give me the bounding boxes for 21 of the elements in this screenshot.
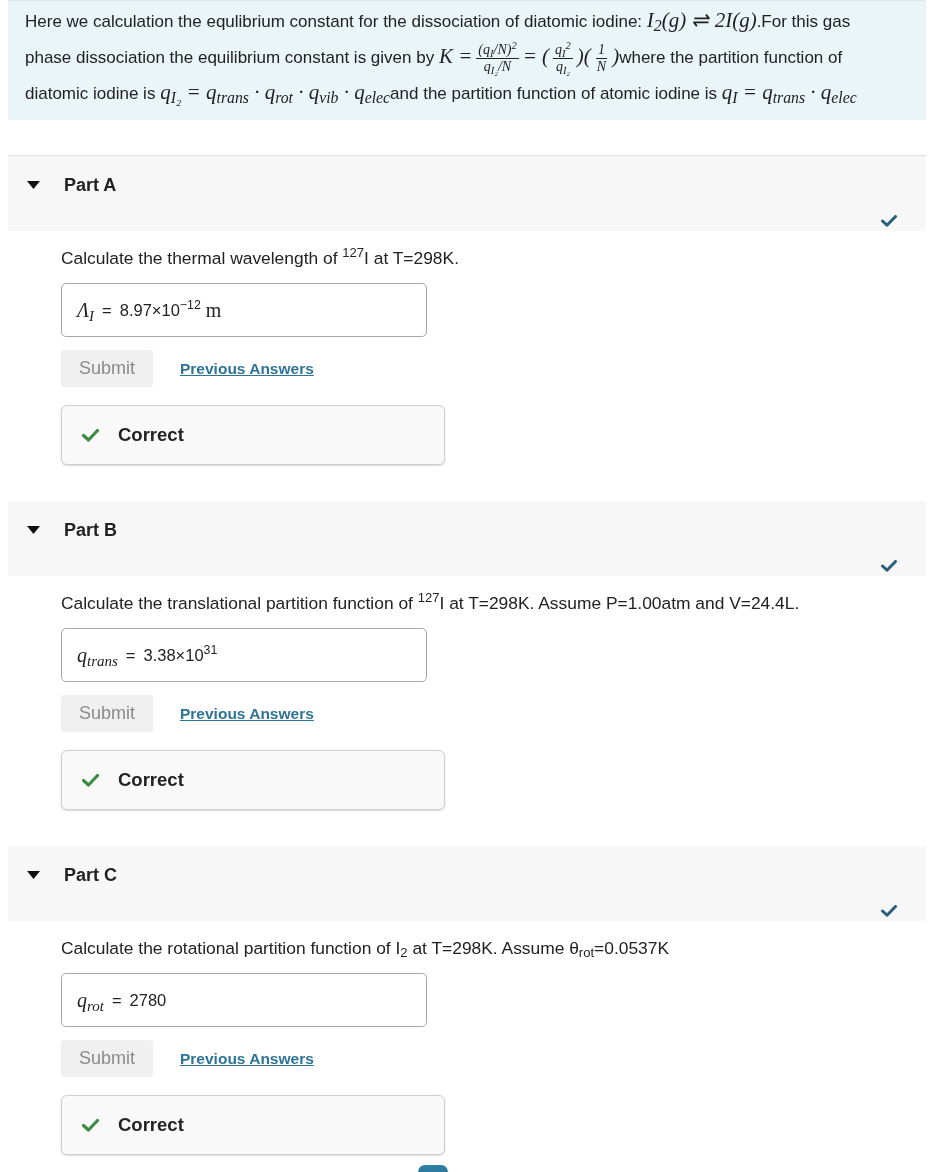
collapse-triangle-icon[interactable]: [27, 181, 40, 189]
checkmark-icon: [82, 1118, 99, 1132]
feedback-text: Correct: [118, 1113, 184, 1138]
feedback-text: Correct: [118, 768, 184, 793]
question-text: Calculate the thermal wavelength of $^{127}$I at T=298K.: [61, 247, 460, 269]
part-title[interactable]: Part C: [64, 863, 117, 887]
part-title[interactable]: Part A: [64, 173, 117, 197]
collapse-triangle-icon[interactable]: [27, 871, 40, 879]
checkmark-icon: [82, 428, 99, 442]
previous-answers-link[interactable]: Previous Answers: [180, 1046, 314, 1071]
answer-field[interactable]: q$_{trans}$ = 3.38×10$^{31}$: [61, 628, 427, 682]
collapse-triangle-icon[interactable]: [27, 526, 40, 534]
answer-field[interactable]: Λ$_{I}$ = 8.97×10$^{−12}$ m: [61, 283, 427, 337]
answer-field[interactable]: q$_{rot}$ = 2780: [61, 973, 427, 1027]
checkmark-icon: [82, 773, 99, 787]
feedback-text: Correct: [118, 423, 184, 448]
part-title[interactable]: Part B: [64, 518, 117, 542]
previous-answers-link[interactable]: Previous Answers: [180, 701, 314, 726]
question-text: Calculate the rotational partition function of I$_{2}$ at T=298K. Assume θ$_{rot}$=0.0537K: [61, 937, 671, 959]
previous-answers-link[interactable]: Previous Answers: [180, 356, 314, 381]
question-text: Calculate the translational partition function of $^{127}$I at T=298K. Assume P=1.00atm and V=24.4L.: [61, 592, 801, 614]
